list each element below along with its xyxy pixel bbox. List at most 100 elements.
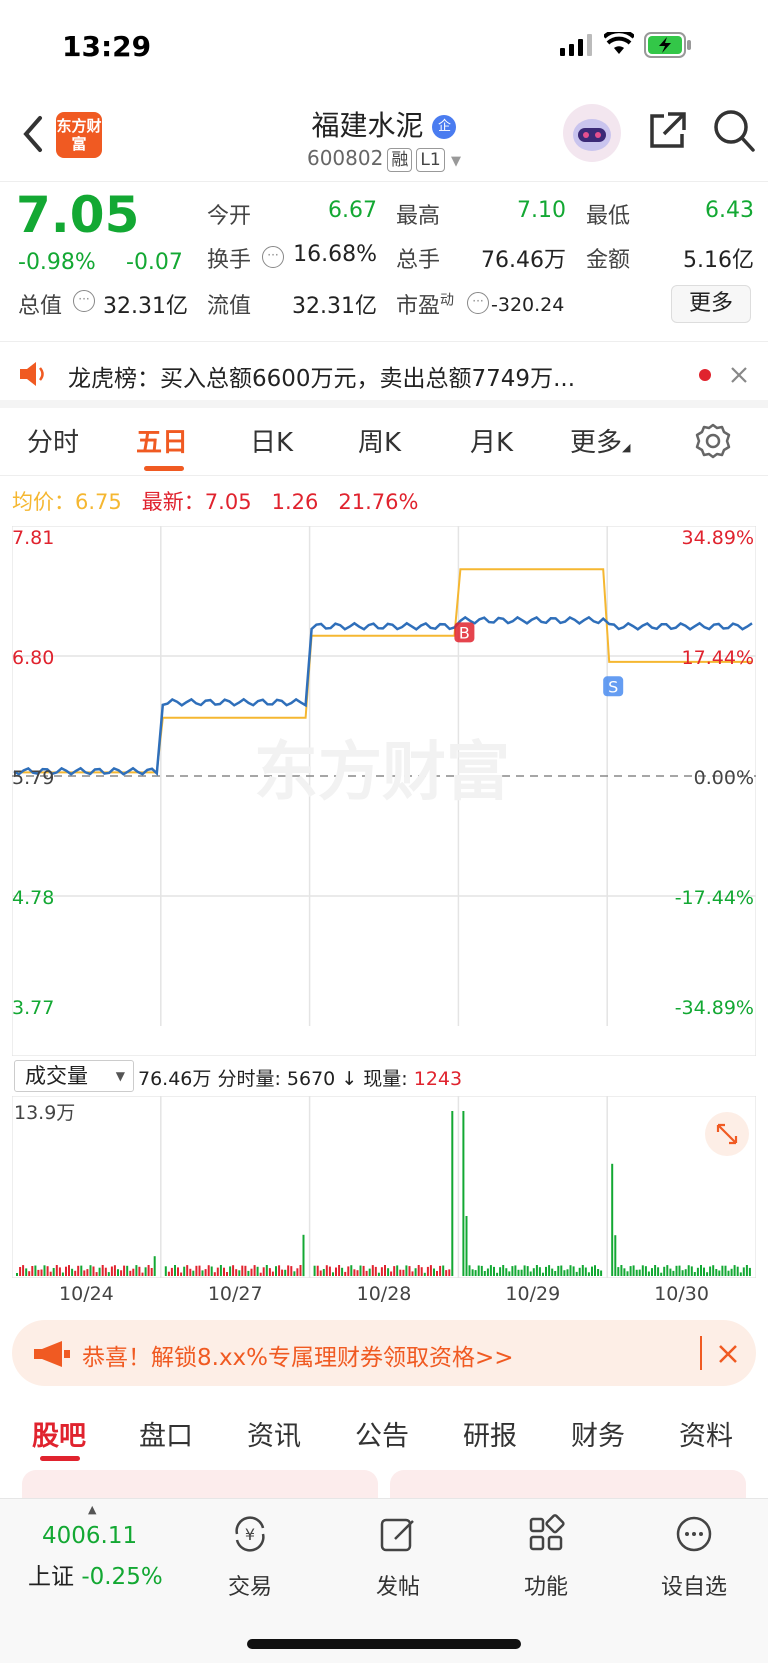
volume-bar [244, 1265, 247, 1276]
close-icon[interactable] [730, 366, 748, 384]
assistant-avatar[interactable] [563, 104, 621, 162]
tab-forum[interactable]: 股吧 [32, 1414, 86, 1453]
volume-bar [356, 1270, 359, 1276]
volume-bar [226, 1272, 228, 1276]
volume-bar [384, 1265, 386, 1276]
volume-bar [578, 1267, 581, 1276]
volume-bar [46, 1266, 49, 1276]
volume-bar [727, 1270, 730, 1276]
volume-bar [706, 1272, 709, 1276]
tab-news[interactable]: 资讯 [247, 1414, 301, 1453]
volume-bar [325, 1265, 328, 1276]
index-ticker[interactable]: 上证 -0.25% [28, 1557, 163, 1591]
volume-bar [724, 1265, 727, 1276]
volume-bar [532, 1268, 535, 1276]
level-tag: L1 [416, 148, 445, 172]
volume-bar [232, 1265, 235, 1276]
volume-bar [581, 1265, 584, 1276]
tab-research[interactable]: 研报 [463, 1414, 517, 1453]
volume-bar [235, 1269, 238, 1276]
robot-icon [573, 119, 611, 151]
index-change: -0.25% [81, 1564, 163, 1590]
volume-bar [123, 1265, 126, 1276]
trade-icon: ¥ [235, 1516, 265, 1552]
volume-bar [153, 1256, 156, 1276]
volume-bar [287, 1265, 290, 1276]
stock-header: 东方财富 福建水泥 企 600802 融 L1 ▼ [0, 96, 768, 182]
volume-bar [92, 1266, 95, 1276]
grid-icon [529, 1514, 565, 1551]
tab-five-day[interactable]: 五日 [136, 422, 188, 459]
volume-bar [448, 1269, 451, 1276]
share-icon[interactable] [646, 110, 688, 152]
volume-bar [83, 1270, 86, 1276]
trade-button[interactable]: ¥ 交易 [190, 1513, 310, 1601]
volume-bar [663, 1266, 666, 1276]
volume-bar [344, 1271, 347, 1276]
volume-bar [278, 1265, 281, 1276]
volume-bar [611, 1163, 614, 1276]
volume-bar [542, 1272, 544, 1276]
more-button[interactable]: 更多 [671, 285, 751, 323]
tab-financials[interactable]: 财务 [571, 1414, 625, 1453]
bottom-toolbar: ▲ 4006.11 上证 -0.25% ¥ 交易 发帖 功能 设自选 [0, 1498, 768, 1663]
tab-profile[interactable]: 资料 [679, 1414, 733, 1453]
more-dots-icon [676, 1516, 712, 1552]
volume-bar [426, 1266, 429, 1276]
tab-orderbook[interactable]: 盘口 [139, 1414, 193, 1453]
indicator-selector[interactable]: 成交量 ▼ [14, 1060, 134, 1092]
tab-announcements[interactable]: 公告 [355, 1414, 409, 1453]
functions-button[interactable]: 功能 [486, 1513, 606, 1601]
price-chart[interactable]: 东方财富 B S 7.81 34.89% 6.80 17.44% 5.79 0.00% 4.7… [12, 526, 756, 1056]
volume-bar [61, 1272, 64, 1276]
volume-bar [718, 1270, 721, 1276]
volume-bar [350, 1265, 353, 1276]
volume-bar [557, 1265, 560, 1276]
volume-bar [316, 1265, 319, 1276]
promo-divider [700, 1336, 702, 1370]
tab-more[interactable]: 更多◢ [570, 422, 630, 459]
tab-monthly-k[interactable]: 月K [470, 422, 513, 459]
volume-bar [335, 1267, 337, 1276]
add-watchlist-button[interactable]: 设自选 [634, 1513, 754, 1601]
tab-daily-k[interactable]: 日K [250, 422, 293, 459]
verified-badge: 企 [432, 115, 457, 139]
info-icon[interactable]: ··· [467, 292, 489, 314]
signal-icon [560, 34, 592, 56]
tab-weekly-k[interactable]: 周K [358, 422, 401, 459]
tab-intraday[interactable]: 分时 [27, 422, 79, 459]
volume-bar [253, 1265, 256, 1276]
forum-card[interactable] [390, 1470, 746, 1498]
close-icon[interactable] [718, 1344, 738, 1364]
volume-bar [672, 1270, 675, 1276]
volume-bar [626, 1271, 629, 1276]
volume-bar [113, 1265, 116, 1276]
volume-bar [423, 1272, 426, 1276]
volume-bar [654, 1265, 657, 1276]
x-tick-label: 10/24 [59, 1283, 114, 1305]
post-button[interactable]: 发帖 [338, 1513, 458, 1601]
forum-card[interactable] [22, 1470, 378, 1498]
volume-bar [95, 1272, 98, 1276]
volume-bar [16, 1273, 18, 1276]
dropdown-icon: ▼ [451, 154, 461, 169]
volume-bar [405, 1265, 408, 1276]
volume-bar [563, 1270, 566, 1276]
volume-bar [465, 1216, 468, 1276]
volume-chart[interactable]: 13.9万 [12, 1096, 756, 1278]
promo-banner[interactable]: 恭喜！解锁8.xx%专属理财券领取资格>> [12, 1320, 756, 1386]
volume-bar [313, 1265, 316, 1276]
volume-bar [98, 1267, 101, 1276]
volume-bar [736, 1266, 739, 1276]
volume-bar [566, 1269, 569, 1276]
volume-bar [733, 1265, 736, 1276]
expand-up-icon[interactable]: ▲ [88, 1503, 96, 1516]
volume-bar [486, 1268, 489, 1276]
settings-icon[interactable] [694, 422, 732, 460]
search-icon[interactable] [712, 108, 756, 154]
notice-bar[interactable]: 龙虎榜：买入总额6600万元，卖出总额7749万... [0, 342, 768, 408]
volume-bar [436, 1271, 438, 1276]
active-tab-indicator [40, 1456, 80, 1461]
volume-bar [204, 1269, 207, 1276]
volume-bar [174, 1265, 176, 1276]
